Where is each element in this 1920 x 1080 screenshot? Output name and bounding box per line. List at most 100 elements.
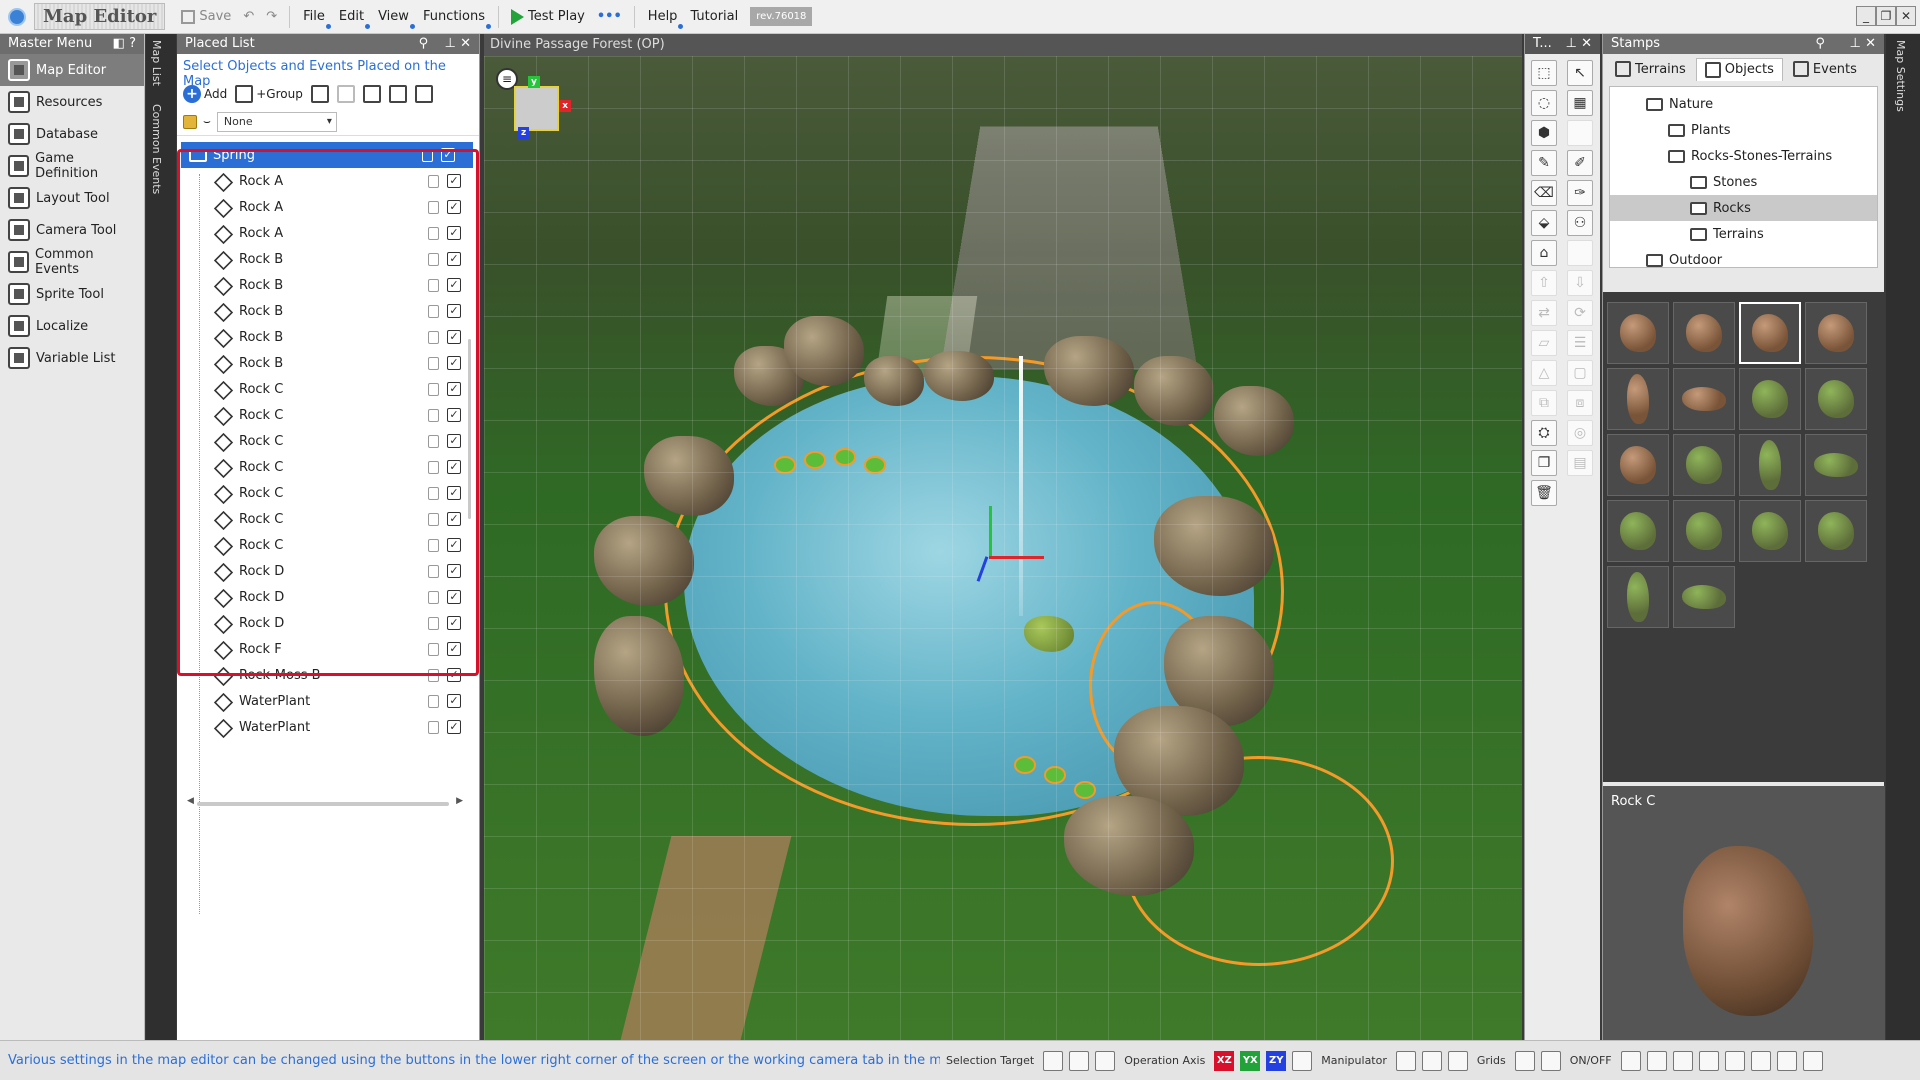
brush-icon[interactable]: ✐ bbox=[1567, 150, 1593, 176]
eraser-icon[interactable]: ⌫ bbox=[1531, 180, 1557, 206]
lock-toggle-icon[interactable] bbox=[428, 200, 439, 214]
visibility-checkbox[interactable]: ✓ bbox=[447, 694, 461, 708]
object-place-icon[interactable]: ⬢ bbox=[1531, 120, 1557, 146]
stamp-folder-node[interactable]: Terrains bbox=[1610, 221, 1877, 247]
master-item-variable-list[interactable]: Variable List bbox=[0, 342, 144, 374]
pencil-icon[interactable]: ✎ bbox=[1531, 150, 1557, 176]
axis-zy-button[interactable]: ZY bbox=[1266, 1050, 1287, 1071]
lock-toggle-icon[interactable] bbox=[428, 304, 439, 318]
master-item-game-definition[interactable]: Game Definition bbox=[0, 150, 144, 182]
visibility-checkbox[interactable]: ✓ bbox=[447, 616, 461, 630]
visibility-checkbox[interactable]: ✓ bbox=[447, 434, 461, 448]
stamp-thumb[interactable] bbox=[1739, 368, 1801, 430]
add-button[interactable]: + Add bbox=[183, 85, 227, 103]
menu-functions[interactable]: Functions bbox=[416, 7, 492, 29]
horizontal-scrollbar[interactable]: ◀ ▶ bbox=[187, 796, 467, 808]
test-play-button[interactable]: Test Play bbox=[505, 7, 591, 27]
placed-item-row[interactable]: WaterPlant ✓ bbox=[177, 714, 479, 740]
visibility-checkbox[interactable]: ✓ bbox=[447, 720, 461, 734]
panel-controls[interactable]: ⊥ ✕ bbox=[1566, 34, 1592, 54]
raise-icon[interactable]: ⇧ bbox=[1531, 270, 1557, 296]
fill-icon[interactable]: ⬙ bbox=[1531, 210, 1557, 236]
triangle-icon[interactable]: △ bbox=[1531, 360, 1557, 386]
master-item-database[interactable]: Database bbox=[0, 118, 144, 150]
placed-item-row[interactable]: Rock B ✓ bbox=[177, 272, 479, 298]
master-item-resources[interactable]: Resources bbox=[0, 86, 144, 118]
placed-item-row[interactable]: Rock F ✓ bbox=[177, 636, 479, 662]
axis-yx-button[interactable]: YX bbox=[1240, 1050, 1261, 1071]
more-options-button[interactable]: ••• bbox=[591, 7, 628, 26]
y-axis-handle[interactable] bbox=[989, 506, 992, 556]
placed-item-row[interactable]: Rock C ✓ bbox=[177, 454, 479, 480]
visibility-checkbox[interactable]: ✓ bbox=[447, 226, 461, 240]
visibility-checkbox[interactable]: ✓ bbox=[447, 668, 461, 682]
scroll-left-icon[interactable]: ◀ bbox=[187, 796, 194, 806]
flip-icon[interactable]: ⇄ bbox=[1531, 300, 1557, 326]
select-rect-icon[interactable]: ⬚ bbox=[1531, 60, 1557, 86]
master-item-camera-tool[interactable]: Camera Tool bbox=[0, 214, 144, 246]
duplicate-icon[interactable]: ❐ bbox=[1531, 450, 1557, 476]
stamp-thumb[interactable] bbox=[1739, 500, 1801, 562]
stamp-thumb[interactable] bbox=[1673, 368, 1735, 430]
placed-item-row[interactable]: Rock A ✓ bbox=[177, 168, 479, 194]
folder-icon[interactable] bbox=[388, 85, 407, 103]
placed-item-row[interactable]: Rock A ✓ bbox=[177, 194, 479, 220]
menu-edit[interactable]: Edit bbox=[332, 7, 371, 29]
lock-toggle-icon[interactable] bbox=[428, 694, 439, 708]
panel-controls[interactable]: ⚲ ⊥ ✕ bbox=[419, 34, 471, 54]
placed-item-row[interactable]: Rock B ✓ bbox=[177, 298, 479, 324]
lock-toggle-icon[interactable] bbox=[428, 278, 439, 292]
stamp-folder-node[interactable]: Rocks bbox=[1610, 195, 1877, 221]
lasso-icon[interactable]: ◌ bbox=[1531, 90, 1557, 116]
tab-events[interactable]: Events bbox=[1785, 58, 1865, 80]
placed-item-row[interactable]: Rock D ✓ bbox=[177, 558, 479, 584]
toggle-more-icon[interactable] bbox=[1802, 1050, 1823, 1071]
master-item-common-events[interactable]: Common Events bbox=[0, 246, 144, 278]
placed-item-row[interactable]: WaterPlant ✓ bbox=[177, 688, 479, 714]
visibility-checkbox[interactable]: ✓ bbox=[447, 200, 461, 214]
view-cube[interactable]: y x z bbox=[514, 76, 571, 139]
stamp-thumb[interactable] bbox=[1805, 368, 1867, 430]
axis-xz-button[interactable]: XZ bbox=[1214, 1050, 1235, 1071]
tree-folder-spring[interactable]: Spring ✓ bbox=[181, 142, 473, 168]
lock-toggle-icon[interactable] bbox=[428, 356, 439, 370]
stamp-icon[interactable]: ⛭ bbox=[1531, 420, 1557, 446]
master-item-localize[interactable]: Localize bbox=[0, 310, 144, 342]
menu-help[interactable]: Help bbox=[641, 7, 685, 29]
close-window-button[interactable]: ✕ bbox=[1896, 6, 1916, 26]
grid-display-icon[interactable] bbox=[1540, 1050, 1561, 1071]
placed-item-row[interactable]: Rock-Moss B ✓ bbox=[177, 662, 479, 688]
master-item-layout-tool[interactable]: Layout Tool bbox=[0, 182, 144, 214]
visibility-checkbox[interactable]: ✓ bbox=[447, 174, 461, 188]
tab-map-list[interactable]: Map List bbox=[150, 40, 163, 86]
lock-toggle-icon[interactable] bbox=[428, 434, 439, 448]
lock-toggle-icon[interactable] bbox=[428, 382, 439, 396]
master-item-map-editor[interactable]: Map Editor bbox=[0, 54, 144, 86]
placed-item-row[interactable]: Rock C ✓ bbox=[177, 428, 479, 454]
toggle-effects-icon[interactable] bbox=[1698, 1050, 1719, 1071]
select-cursor-icon[interactable]: ↖ bbox=[1567, 60, 1593, 86]
stamp-thumb[interactable] bbox=[1673, 566, 1735, 628]
person-icon[interactable]: ⚇ bbox=[1567, 210, 1593, 236]
placed-item-row[interactable]: Rock D ✓ bbox=[177, 584, 479, 610]
house-icon[interactable]: ⌂ bbox=[1531, 240, 1557, 266]
tutorial-button[interactable]: Tutorial bbox=[684, 7, 744, 26]
toggle-sky-icon[interactable] bbox=[1724, 1050, 1745, 1071]
stamp-thumb[interactable] bbox=[1673, 434, 1735, 496]
visibility-checkbox[interactable]: ✓ bbox=[441, 148, 455, 162]
grid-snap-icon[interactable] bbox=[1514, 1050, 1535, 1071]
maximize-button[interactable]: ❐ bbox=[1876, 6, 1896, 26]
delete-icon[interactable] bbox=[362, 85, 381, 103]
undo-button[interactable]: ↶ bbox=[237, 7, 260, 26]
toggle-light-icon[interactable] bbox=[1672, 1050, 1693, 1071]
split-icon[interactable]: ⧈ bbox=[1567, 390, 1593, 416]
visibility-checkbox[interactable]: ✓ bbox=[447, 460, 461, 474]
trash-icon[interactable]: 🗑 bbox=[1531, 480, 1557, 506]
stamp-thumb[interactable] bbox=[1673, 302, 1735, 364]
stamp-thumb[interactable] bbox=[1607, 368, 1669, 430]
panel-controls[interactable]: ⚲ ⊥ ✕ bbox=[1815, 34, 1876, 54]
visibility-checkbox[interactable]: ✓ bbox=[447, 512, 461, 526]
lock-toggle-icon[interactable] bbox=[428, 252, 439, 266]
selection-group-icon[interactable] bbox=[1069, 1050, 1090, 1071]
menu-view[interactable]: View bbox=[371, 7, 416, 29]
